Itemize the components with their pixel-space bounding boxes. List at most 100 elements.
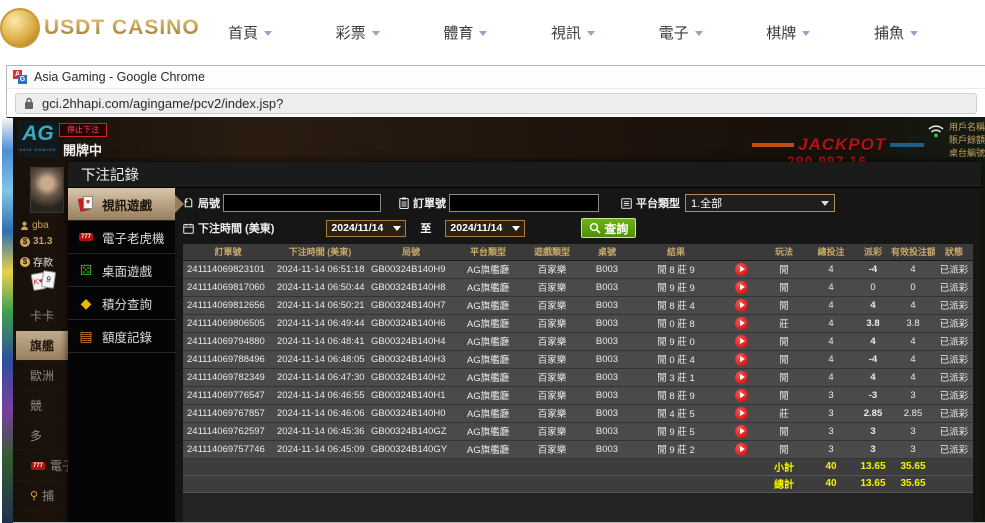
- sidebar-item-桌面遊戲[interactable]: ⚄桌面遊戲: [68, 254, 175, 287]
- sidebar-item-積分查詢[interactable]: ◆積分查詢: [68, 287, 175, 320]
- replay-button[interactable]: [735, 443, 748, 456]
- replay-button[interactable]: [735, 371, 748, 384]
- filters: 局號 訂單號: [183, 194, 973, 244]
- cell-result: 閒 9 莊 5: [631, 422, 721, 440]
- cell-platform: AG旗艦廳: [455, 350, 521, 368]
- cell-game-type: 百家樂: [521, 368, 583, 386]
- replay-button[interactable]: [735, 299, 748, 312]
- deposit-button[interactable]: $ 存款: [20, 254, 53, 269]
- cell-game-type: 百家樂: [521, 332, 583, 350]
- cell-play: 閒: [761, 260, 807, 278]
- tag-icon: [183, 198, 194, 209]
- replay-button[interactable]: [735, 317, 748, 330]
- cell-replay: [721, 260, 761, 278]
- cell-status: 已派彩: [935, 404, 973, 422]
- site-nav-label: 捕魚: [874, 22, 904, 43]
- cell-status: 已派彩: [935, 278, 973, 296]
- lobby-nav-item-捕[interactable]: ⚲捕: [16, 481, 74, 511]
- lobby-nav-item-電子[interactable]: 777電子: [16, 451, 74, 481]
- search-button[interactable]: 查詢: [581, 218, 636, 238]
- jackpot-bar-right: [890, 143, 924, 147]
- cell-game-type: 百家樂: [521, 278, 583, 296]
- site-nav-item[interactable]: 首頁: [228, 22, 272, 43]
- cell-platform: AG旗艦廳: [455, 332, 521, 350]
- site-nav-item[interactable]: 捕魚: [874, 22, 918, 43]
- cell-valid-bet: 4: [891, 260, 935, 278]
- platform-select[interactable]: 1.全部: [685, 194, 835, 212]
- round-input[interactable]: [223, 194, 381, 212]
- site-nav-label: 彩票: [336, 22, 366, 43]
- site-nav-item[interactable]: 電子: [659, 22, 703, 43]
- lobby-nav-item-歐洲[interactable]: 歐洲: [16, 361, 74, 391]
- cell-time: 2024-11-14 06:50:21: [273, 296, 367, 314]
- cell-bet: 4: [807, 314, 855, 332]
- table-number-label: 桌台編號: [949, 147, 985, 160]
- site-logo[interactable]: USDT CASINO: [0, 8, 200, 48]
- cell-platform: AG旗艦廳: [455, 314, 521, 332]
- replay-button[interactable]: [735, 425, 748, 438]
- cell-order: 241114069767857: [183, 404, 273, 422]
- chrome-titlebar[interactable]: AG Asia Gaming - Google Chrome: [7, 66, 985, 89]
- cell-platform: AG旗艦廳: [455, 422, 521, 440]
- date-from-picker[interactable]: 2024/11/14: [326, 220, 406, 237]
- cell-replay: [721, 278, 761, 296]
- sidebar-item-label: 桌面遊戲: [102, 261, 152, 280]
- lobby-username: gba: [20, 220, 49, 231]
- column-header: 訂單號: [183, 244, 273, 260]
- cell-game-type: 百家樂: [521, 314, 583, 332]
- lobby-nav: 卡卡旗艦歐洲競多777電子⚲捕: [16, 301, 74, 511]
- site-nav-item[interactable]: 棋牌: [766, 22, 810, 43]
- background-art: [2, 118, 13, 523]
- chevron-down-icon: [587, 31, 595, 36]
- cell-payout: 4: [855, 332, 891, 350]
- order-input[interactable]: [449, 194, 599, 212]
- cell-order: 241114069806505: [183, 314, 273, 332]
- cell-order: 241114069788496: [183, 350, 273, 368]
- cell-time: 2024-11-14 06:48:41: [273, 332, 367, 350]
- cell-round: GB00324B140H3: [367, 350, 455, 368]
- sidebar-item-視訊遊戲[interactable]: ♥視訊遊戲: [68, 188, 175, 221]
- site-nav-item[interactable]: 體育: [443, 22, 487, 43]
- cell-replay: [721, 422, 761, 440]
- date-to-picker[interactable]: 2024/11/14: [445, 220, 525, 237]
- cell-order: 241114069812656: [183, 296, 273, 314]
- sidebar-item-電子老虎機[interactable]: 777電子老虎機: [68, 221, 175, 254]
- replay-button[interactable]: [735, 407, 748, 420]
- replay-button[interactable]: [735, 353, 748, 366]
- column-header: [721, 244, 761, 260]
- cell-result: 閒 3 莊 1: [631, 368, 721, 386]
- replay-button[interactable]: [735, 335, 748, 348]
- url-bar[interactable]: gci.2hhapi.com/agingame/pcv2/index.jsp?: [15, 93, 977, 114]
- site-nav-item[interactable]: 視訊: [551, 22, 595, 43]
- replay-button[interactable]: [735, 281, 748, 294]
- search-button-label: 查詢: [604, 220, 628, 237]
- cell-round: GB00324B140H6: [367, 314, 455, 332]
- lobby-balance: $ 31.3: [20, 236, 52, 247]
- cell-bet: 4: [807, 368, 855, 386]
- chevron-down-icon: [695, 31, 703, 36]
- replay-button[interactable]: [735, 389, 748, 402]
- cell-status: 已派彩: [935, 314, 973, 332]
- cell-table-no: B003: [583, 314, 631, 332]
- lobby-nav-item-旗艦[interactable]: 旗艦: [16, 331, 74, 361]
- cell-table-no: B003: [583, 386, 631, 404]
- site-nav: 首頁 彩票 體育 視訊 電子 棋牌 捕魚: [228, 0, 918, 65]
- chrome-window-title: Asia Gaming - Google Chrome: [34, 70, 205, 84]
- bet-records-table: 訂單號下注時間 (美東)局號平台類型遊戲類型桌號結果玩法總投注派彩有效投注額狀態…: [183, 244, 973, 493]
- lobby-nav-item-競[interactable]: 競: [16, 391, 74, 421]
- cell-play: 閒: [761, 350, 807, 368]
- cell-bet: 4: [807, 332, 855, 350]
- cell-bet: 3: [807, 386, 855, 404]
- cell-payout: -4: [855, 260, 891, 278]
- calendar-icon: [183, 223, 194, 234]
- lobby-nav-item-卡卡[interactable]: 卡卡: [16, 301, 74, 331]
- site-nav-item[interactable]: 彩票: [336, 22, 380, 43]
- cell-play: 閒: [761, 422, 807, 440]
- replay-button[interactable]: [735, 263, 748, 276]
- cell-game-type: 百家樂: [521, 386, 583, 404]
- lobby-nav-item-多[interactable]: 多: [16, 421, 74, 451]
- column-header: 玩法: [761, 244, 807, 260]
- sidebar-item-額度記錄[interactable]: ▤額度記錄: [68, 320, 175, 353]
- username-label: 用戶名稱: [949, 121, 985, 134]
- cell-order: 241114069823101: [183, 260, 273, 278]
